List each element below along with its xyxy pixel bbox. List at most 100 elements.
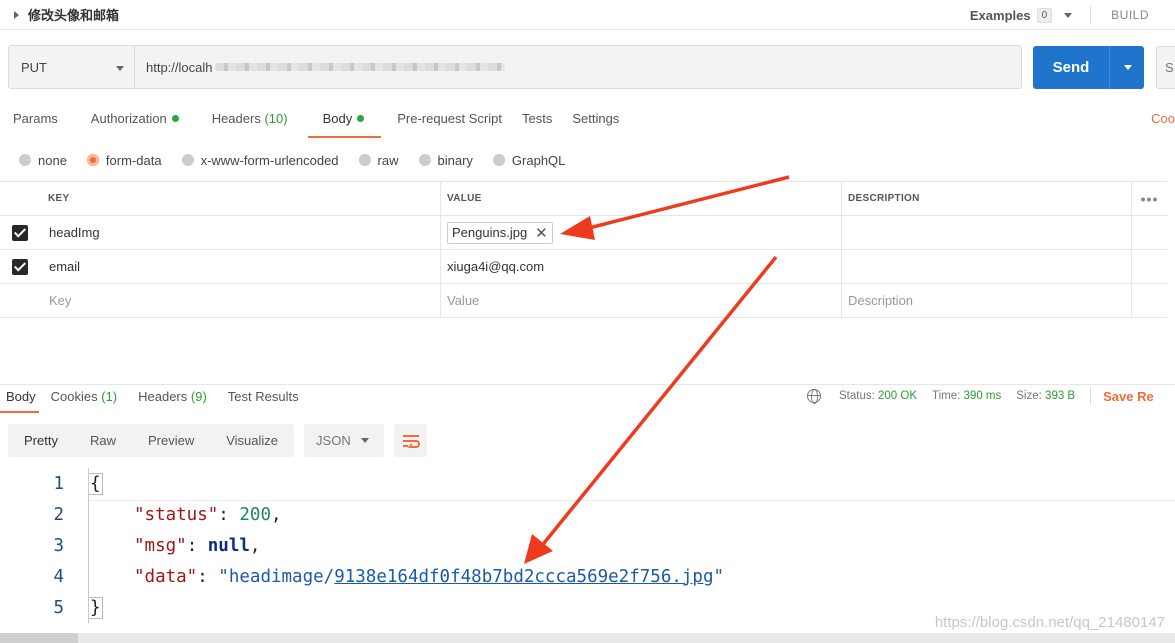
- table-row: headImg Penguins.jpg ✕: [0, 216, 1167, 250]
- horizontal-scrollbar[interactable]: [0, 633, 1175, 643]
- tab-authorization[interactable]: Authorization: [91, 108, 179, 138]
- radio-form-data-label: form-data: [105, 152, 162, 168]
- resp-tab-cookies-count: (1): [101, 389, 118, 404]
- time-label: Time:: [932, 390, 961, 402]
- radio-form-data[interactable]: form-data: [86, 152, 162, 168]
- examples-dropdown-icon[interactable]: [1064, 12, 1073, 18]
- more-options-icon[interactable]: •••: [1131, 182, 1167, 215]
- tab-params[interactable]: Params: [13, 108, 58, 138]
- response-body-code[interactable]: 1 { 2 "status": 200, 3 "msg": null, 4 "d…: [0, 468, 1175, 623]
- value-cell[interactable]: Penguins.jpg ✕: [440, 216, 841, 249]
- size-meta[interactable]: Size: 393 B: [1016, 390, 1075, 402]
- scrollbar-thumb[interactable]: [0, 633, 78, 643]
- resp-tab-headers[interactable]: Headers (9): [138, 387, 207, 413]
- radio-binary[interactable]: binary: [418, 153, 473, 168]
- resp-tab-headers-count: (9): [190, 389, 207, 404]
- value-text: xiuga4i@qq.com: [447, 259, 545, 274]
- radio-none[interactable]: none: [19, 153, 67, 168]
- header-description: DESCRIPTION: [841, 182, 1131, 215]
- chevron-down-icon: [116, 66, 124, 71]
- description-cell[interactable]: [841, 250, 1131, 283]
- json-string-suffix: ": [713, 566, 725, 587]
- resp-tab-test-results[interactable]: Test Results: [228, 387, 299, 413]
- status-value: 200 OK: [878, 390, 918, 402]
- key-placeholder: Key: [49, 293, 72, 308]
- body-type-radios: none form-data x-www-form-urlencoded raw…: [0, 150, 565, 170]
- tab-body[interactable]: Body: [307, 108, 382, 138]
- resp-tab-cookies-label: Cookies: [50, 389, 98, 404]
- format-label: JSON: [316, 433, 351, 448]
- indent-guide: [88, 530, 89, 561]
- row-checkbox-cell: [0, 284, 40, 317]
- cookies-link[interactable]: Coo: [1151, 111, 1175, 126]
- key-input[interactable]: Key: [40, 284, 440, 317]
- table-row-new: Key Value Description: [0, 284, 1167, 318]
- tab-headers[interactable]: Headers (10): [212, 108, 288, 138]
- resp-tab-body[interactable]: Body: [0, 387, 39, 413]
- description-cell[interactable]: [841, 216, 1131, 249]
- json-string-link[interactable]: 9138e164df0f48b7bd2ccca569e2f756.jpg: [334, 567, 713, 587]
- row-checkbox[interactable]: [12, 224, 28, 241]
- save-button[interactable]: S: [1156, 46, 1175, 89]
- row-spacer: [1131, 250, 1167, 283]
- tab-settings[interactable]: Settings: [572, 108, 619, 138]
- header-key: KEY: [48, 193, 70, 204]
- mode-pretty[interactable]: Pretty: [8, 424, 74, 457]
- key-cell[interactable]: email: [40, 250, 440, 283]
- line-number: 2: [53, 504, 64, 525]
- code-text: "status": 200,: [134, 504, 282, 525]
- table-header-row: KEY VALUE DESCRIPTION •••: [0, 182, 1167, 216]
- method-select[interactable]: PUT: [9, 46, 135, 88]
- tab-body-label: Body: [322, 111, 353, 126]
- value-cell[interactable]: xiuga4i@qq.com: [440, 250, 841, 283]
- build-button[interactable]: BUILD: [1111, 8, 1149, 22]
- radio-circle-icon: [19, 154, 31, 166]
- key-cell[interactable]: headImg: [40, 216, 440, 249]
- radio-urlencoded-label: x-www-form-urlencoded: [200, 152, 339, 168]
- radio-raw[interactable]: raw: [358, 152, 399, 168]
- request-title[interactable]: 修改头像和邮箱: [28, 5, 119, 24]
- value-input[interactable]: Value: [440, 284, 841, 317]
- status-meta[interactable]: Status: 200 OK: [839, 390, 917, 402]
- key-text: email: [49, 259, 81, 274]
- url-text: http://localh: [146, 59, 213, 75]
- json-null: null: [207, 535, 250, 556]
- description-input[interactable]: Description: [841, 284, 1131, 317]
- radio-raw-label: raw: [377, 152, 399, 168]
- status-dot-icon: [171, 115, 179, 122]
- tab-authorization-label: Authorization: [90, 111, 167, 126]
- row-spacer: [1131, 284, 1167, 317]
- examples-label[interactable]: Examples: [970, 8, 1031, 23]
- line-number: 3: [53, 535, 64, 556]
- format-select[interactable]: JSON: [304, 424, 385, 457]
- request-title-bar: 修改头像和邮箱 Examples 0 BUILD: [0, 0, 1175, 30]
- code-line: 1 {: [0, 468, 1175, 499]
- tab-prerequest-script[interactable]: Pre-request Script: [397, 108, 502, 138]
- watermark: https://blog.csdn.net/qq_21480147: [934, 614, 1165, 631]
- expand-caret-icon[interactable]: [14, 10, 19, 19]
- tab-tests[interactable]: Tests: [522, 108, 552, 138]
- view-mode-group: Pretty Raw Preview Visualize: [8, 424, 295, 457]
- remove-file-icon[interactable]: ✕: [535, 224, 548, 242]
- response-toolbar: Pretty Raw Preview Visualize JSON: [8, 424, 428, 457]
- globe-icon[interactable]: [807, 389, 821, 404]
- save-response-button[interactable]: Save Re: [1103, 389, 1154, 404]
- wrap-lines-button[interactable]: [394, 424, 428, 457]
- header-check-cell: [0, 182, 40, 215]
- send-button[interactable]: Send: [1033, 46, 1144, 89]
- value-placeholder: Value: [447, 293, 480, 308]
- header-value: VALUE: [440, 182, 841, 215]
- mode-preview[interactable]: Preview: [132, 424, 210, 457]
- radio-urlencoded[interactable]: x-www-form-urlencoded: [181, 152, 339, 168]
- row-checkbox[interactable]: [12, 258, 28, 275]
- json-key: "data": [134, 566, 198, 587]
- send-options-icon[interactable]: [1124, 65, 1132, 70]
- time-meta[interactable]: Time: 390 ms: [932, 390, 1001, 402]
- radio-none-label: none: [38, 152, 67, 168]
- mode-raw[interactable]: Raw: [74, 424, 132, 457]
- url-input[interactable]: http://localh: [135, 46, 505, 88]
- request-tabs: Params Authorization Headers (10) Body P…: [0, 108, 1175, 138]
- resp-tab-cookies[interactable]: Cookies (1): [51, 387, 117, 413]
- mode-visualize[interactable]: Visualize: [210, 424, 294, 457]
- radio-graphql[interactable]: GraphQL: [492, 153, 565, 168]
